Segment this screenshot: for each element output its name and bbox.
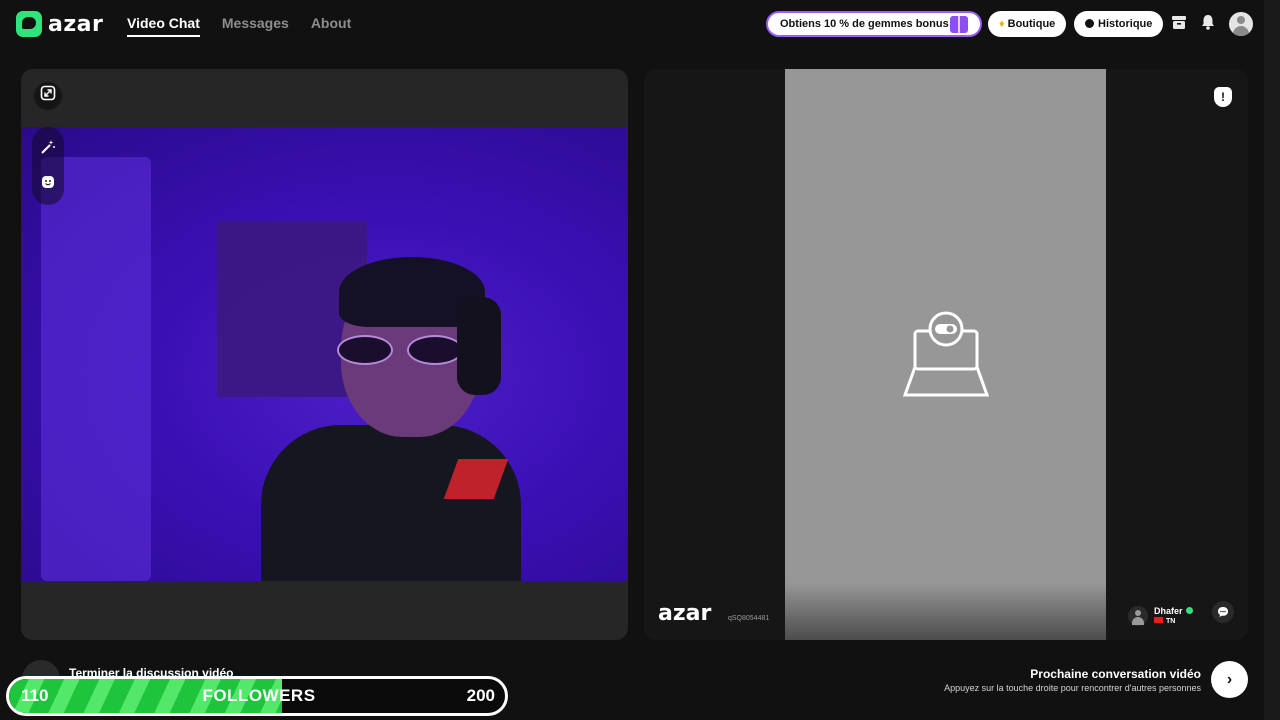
expand-icon[interactable]: [34, 82, 62, 110]
gem-icon: ♦: [999, 18, 1005, 30]
remote-camera-feed: [785, 69, 1106, 640]
self-camera-person: [261, 257, 521, 581]
azar-logo-icon: [16, 11, 42, 37]
inbox-icon[interactable]: [1168, 13, 1190, 35]
magic-wand-icon[interactable]: [38, 139, 58, 159]
next-chat-button[interactable]: ›: [1211, 661, 1248, 698]
promo-label: Obtiens 10 % de gemmes bonus !: [780, 18, 956, 30]
follower-goal-label: FOLLOWERS: [202, 686, 316, 705]
tab-video-chat[interactable]: Video Chat: [127, 15, 200, 37]
history-button[interactable]: Historique: [1074, 11, 1164, 37]
shop-label: Boutique: [1007, 18, 1056, 30]
peer-info[interactable]: Dhafer TN: [1128, 601, 1193, 631]
shop-button[interactable]: ♦ Boutique: [988, 11, 1067, 37]
report-shield-icon[interactable]: !: [1214, 87, 1232, 107]
gift-icon: [950, 16, 968, 33]
tab-messages[interactable]: Messages: [222, 15, 289, 37]
next-chat-hint: Appuyez sur la touche droite pour rencon…: [944, 683, 1201, 693]
stream-id: qSQ8054481: [728, 615, 770, 622]
self-video-panel: [21, 69, 628, 640]
bell-icon[interactable]: [1197, 13, 1219, 35]
chat-bubble-icon[interactable]: [1212, 601, 1234, 623]
user-avatar[interactable]: [1229, 12, 1253, 36]
follower-count-target: 200: [466, 686, 495, 705]
page-scrollbar[interactable]: [1264, 0, 1280, 720]
tunisia-flag-icon: [1154, 616, 1163, 623]
remote-video-panel: ! azar qSQ8054481 Dhafer TN: [644, 69, 1248, 640]
clock-icon: [1085, 19, 1094, 28]
top-navigation: azar Video Chat Messages About Obtiens 1…: [0, 0, 1280, 48]
brand-name: azar: [48, 11, 104, 37]
background-door: [41, 157, 151, 581]
peer-name: Dhafer: [1154, 605, 1183, 616]
peer-country: TN: [1166, 617, 1176, 625]
peer-avatar: [1128, 606, 1148, 626]
main-tabs: Video Chat Messages About: [127, 15, 351, 37]
follower-count-current: 110: [21, 686, 49, 705]
verified-badge-icon: [1185, 606, 1193, 614]
azar-logo[interactable]: azar: [16, 11, 103, 37]
self-camera-feed: [21, 127, 628, 581]
gem-bonus-promo-button[interactable]: Obtiens 10 % de gemmes bonus !: [766, 11, 982, 37]
next-chat-title: Prochaine conversation vidéo: [1030, 667, 1201, 681]
webcam-off-icon: [902, 311, 990, 399]
tab-about[interactable]: About: [311, 15, 351, 37]
azar-watermark: azar: [658, 601, 712, 626]
headset: [457, 297, 501, 395]
sticker-smiley-icon[interactable]: [38, 174, 58, 194]
history-label: Historique: [1098, 18, 1153, 30]
follower-goal-bar: FOLLOWERS 110 200: [6, 676, 508, 716]
